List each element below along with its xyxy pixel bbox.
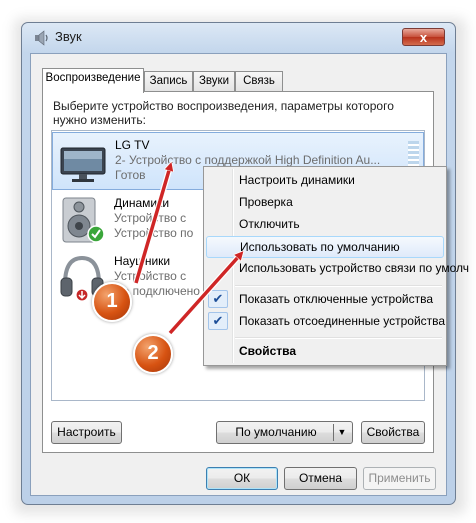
tab-sounds[interactable]: Звуки: [193, 71, 235, 92]
set-default-label: По умолчанию: [235, 425, 317, 439]
menu-item-properties[interactable]: Свойства: [206, 341, 444, 363]
device-name: LG TV: [115, 138, 150, 152]
instruction-text: Выберите устройство воспроизведения, пар…: [53, 99, 394, 127]
device-description: Устройство с: [114, 269, 187, 283]
device-name: Динамики: [114, 196, 170, 210]
context-menu: Настроить динамики Проверка Отключить Ис…: [203, 166, 469, 366]
step-badge-1: 1: [92, 282, 132, 322]
menu-item-label: Свойства: [239, 344, 297, 358]
menu-item-disable[interactable]: Отключить: [206, 214, 444, 236]
tv-monitor-icon: [60, 147, 106, 182]
menu-item-set-default[interactable]: Использовать по умолчанию: [206, 236, 444, 258]
device-status: Готов: [115, 168, 146, 182]
close-button[interactable]: x: [402, 28, 445, 46]
device-description: 2- Устройство с поддержкой High Definiti…: [115, 153, 381, 167]
checkmark-icon: ✔: [208, 312, 228, 330]
device-name: Наушники: [114, 254, 171, 268]
menu-separator: [235, 285, 442, 287]
menu-item-show-disabled[interactable]: ✔ Показать отключенные устройства: [206, 289, 444, 311]
menu-item-configure-speakers[interactable]: Настроить динамики: [206, 170, 444, 192]
menu-separator: [235, 337, 442, 339]
menu-item-label: Проверка: [239, 195, 293, 209]
step-badge-2: 2: [133, 334, 173, 374]
menu-item-label: Настроить динамики: [239, 173, 355, 187]
menu-item-label: Показать отсоединенные устройства: [239, 314, 446, 328]
speaker-icon: [62, 197, 105, 243]
checkmark-icon: ✔: [208, 290, 228, 308]
tab-communication[interactable]: Связь: [235, 71, 283, 92]
menu-item-label: Использовать устройство связи по умолч: [239, 261, 470, 275]
tab-playback[interactable]: Воспроизведение: [42, 68, 144, 93]
menu-item-label: Отключить: [239, 217, 300, 231]
menu-item-test[interactable]: Проверка: [206, 192, 444, 214]
ok-button[interactable]: ОК: [206, 467, 278, 490]
device-description: Устройство с: [114, 211, 187, 225]
cancel-button[interactable]: Отмена: [284, 467, 357, 490]
configure-button[interactable]: Настроить: [51, 421, 122, 444]
menu-item-show-disconnected[interactable]: ✔ Показать отсоединенные устройства: [206, 311, 446, 333]
tab-recording[interactable]: Запись: [144, 71, 193, 92]
window-title: Звук: [55, 29, 82, 44]
split-divider: [333, 424, 334, 441]
menu-item-label: Показать отключенные устройства: [239, 292, 434, 306]
apply-button[interactable]: Применить: [363, 467, 436, 490]
dropdown-arrow-icon[interactable]: ▼: [336, 422, 348, 443]
title-bar[interactable]: Звук x: [22, 23, 455, 51]
set-default-split-button[interactable]: По умолчанию ▼: [216, 421, 353, 444]
device-status: Устройство по: [114, 226, 194, 240]
menu-item-label: Использовать по умолчанию: [240, 240, 400, 254]
menu-item-set-default-communication[interactable]: Использовать устройство связи по умолч: [206, 258, 469, 280]
properties-button[interactable]: Свойства: [361, 421, 425, 444]
speaker-icon: [35, 30, 48, 46]
